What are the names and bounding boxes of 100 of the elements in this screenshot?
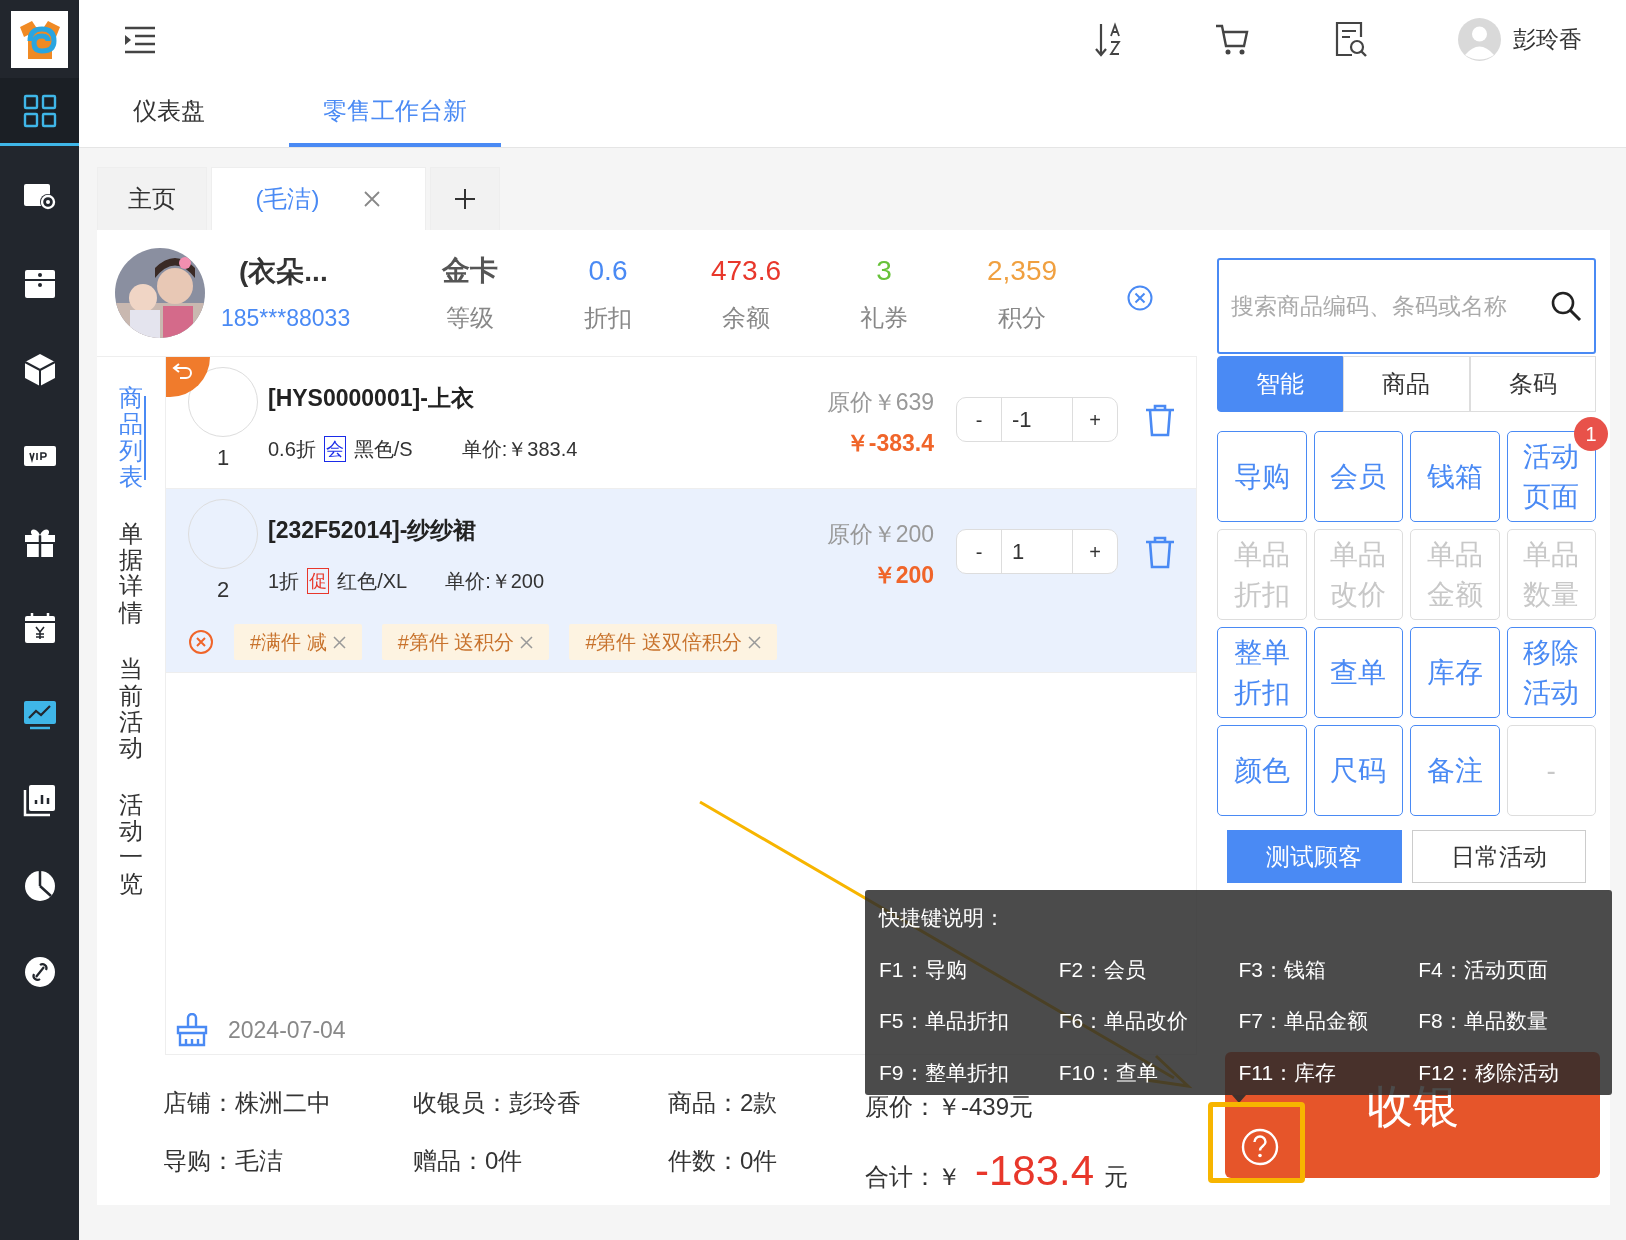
trash-icon[interactable] [1144, 535, 1176, 569]
discount-text: 0.6折 [268, 436, 316, 462]
stat-label: 余额 [722, 303, 770, 333]
plus-icon [454, 188, 476, 210]
menu-icon[interactable] [123, 25, 157, 54]
quantity-field[interactable]: -1 [1001, 398, 1073, 441]
nav-tab[interactable]: 零售工作台新 [289, 79, 501, 147]
customer-type-button[interactable]: 日常活动 [1411, 830, 1586, 883]
notification-badge: 1 [1574, 417, 1608, 451]
side-tab[interactable]: 活动一览 [119, 791, 143, 898]
help-icon[interactable] [1240, 1127, 1280, 1167]
total-amount: -183.4 [975, 1146, 1095, 1196]
shortcut-entry: F11：库存 [1238, 1059, 1338, 1086]
increase-button[interactable]: + [1073, 398, 1117, 441]
summary-field: 导购：毛洁 [163, 1143, 413, 1179]
promotion-tag[interactable]: #满件 减 [234, 624, 362, 660]
search-mode-tab[interactable]: 商品 [1343, 356, 1470, 412]
side-tab[interactable]: 商品列表 [119, 385, 143, 491]
quantity-stepper[interactable]: - 1 + [956, 529, 1118, 574]
total-unit: 元 [1104, 1162, 1129, 1192]
shortcut-entry: F2：会员 [1058, 956, 1148, 983]
document-search-icon[interactable] [1334, 20, 1368, 59]
stat-label: 折扣 [584, 303, 632, 333]
shortcut-entry: F7：单品金额 [1238, 1008, 1369, 1034]
customer-type-button[interactable]: 测试顾客 [1227, 830, 1402, 883]
search-mode-tab[interactable]: 智能 [1217, 356, 1344, 412]
shortcut-entry: F8：单品数量 [1418, 1008, 1549, 1034]
action-button[interactable]: 钱箱 [1410, 431, 1500, 522]
return-arrow-icon [172, 362, 194, 380]
search-mode-tab[interactable]: 条码 [1469, 356, 1596, 412]
document-tab[interactable]: (毛洁) [211, 167, 426, 230]
trash-icon[interactable] [1144, 403, 1176, 437]
stat-value: 金卡 [442, 254, 498, 288]
line-amount: ￥-383.4 [845, 428, 934, 458]
shortcut-entry: F3：钱箱 [1238, 956, 1327, 983]
close-icon[interactable] [363, 190, 382, 208]
total-label: 合计：￥ [865, 1162, 961, 1192]
promotion-tag[interactable]: #第件 送双倍积分 [569, 624, 778, 660]
product-row[interactable]: 1 [HYS0000001]-上衣 0.6折 会 黑色/S 单价:￥383.4 原价￥639 ￥-383.4 - -1 + [166, 357, 1196, 489]
row-number: 1 [216, 444, 230, 472]
promotion-tag[interactable]: #第件 送积分 [381, 624, 550, 660]
close-icon[interactable] [520, 635, 534, 649]
decrease-button[interactable]: - [957, 398, 1001, 441]
quantity-stepper[interactable]: - -1 + [956, 397, 1118, 442]
order-date: 2024-07-04 [228, 1015, 346, 1045]
shortcut-entry: F4：活动页面 [1418, 956, 1549, 983]
user-name[interactable]: 彭玲香 [1513, 22, 1582, 57]
shortcut-entry: F10：查单 [1058, 1059, 1159, 1086]
summary-field: 店铺：株洲二中 [163, 1085, 413, 1121]
report-icon [21, 782, 58, 818]
side-tab[interactable]: 单据详情 [119, 520, 143, 627]
summary-field: 赠品：0件 [413, 1143, 668, 1179]
search-icon[interactable] [1550, 290, 1582, 322]
stat-value: 473.6 [710, 254, 782, 288]
original-price: 原价￥639 [826, 388, 934, 417]
document-tab[interactable]: 主页 [97, 167, 207, 230]
cart-icon[interactable] [1214, 22, 1250, 57]
stat-label: 积分 [998, 303, 1046, 333]
stat-value: 2,359 [986, 254, 1058, 288]
summary-field: 收银员：彭玲香 [413, 1085, 668, 1121]
tag-label: 促 [307, 567, 330, 594]
action-button[interactable]: 颜色 [1217, 725, 1307, 816]
nav-tab[interactable]: 仪表盘 [99, 79, 239, 147]
original-price: 原价￥200 [826, 520, 934, 549]
close-icon[interactable] [332, 635, 346, 649]
quantity-field[interactable]: 1 [1001, 530, 1073, 573]
shortcut-entry: F5：单品折扣 [879, 1008, 1010, 1034]
action-button[interactable]: 备注 [1410, 725, 1500, 816]
close-circle-icon[interactable] [1126, 284, 1154, 312]
product-spec: 红色/XL [337, 568, 409, 594]
stat-value: 0.6 [588, 254, 628, 288]
shortcut-entry: F9：整单折扣 [879, 1059, 1010, 1086]
stat-label: 等级 [446, 303, 494, 333]
row-number: 2 [216, 576, 230, 604]
customer-phone: 185***88033 [221, 303, 352, 333]
shortcut-entry: F12：移除活动 [1418, 1059, 1561, 1086]
search-input[interactable]: 搜索商品编码、条码或名称 [1231, 288, 1550, 324]
action-button[interactable]: 尺码 [1313, 725, 1403, 816]
shortcut-entry: F6：单品改价 [1058, 1008, 1190, 1034]
action-button[interactable]: 导购 [1217, 431, 1307, 522]
close-icon[interactable] [748, 635, 762, 649]
shortcut-entry: F1：导购 [879, 956, 968, 983]
action-button[interactable]: 查单 [1313, 627, 1403, 718]
action-button[interactable]: 库存 [1410, 627, 1500, 718]
original-total: 原价：￥-439元 [865, 1092, 1035, 1122]
side-tab[interactable]: 当前活动 [119, 656, 143, 762]
product-spec: 黑色/S [353, 436, 414, 462]
app-logo[interactable] [11, 11, 68, 68]
action-button[interactable]: 移除活动 [1506, 627, 1596, 718]
product-title: [HYS0000001]-上衣 [268, 384, 475, 413]
product-title: [232F52014]-纱纱裙 [268, 516, 478, 545]
search-field[interactable]: 搜索商品编码、条码或名称 [1217, 258, 1596, 354]
brush-icon[interactable] [174, 1013, 210, 1047]
sidebar-item[interactable] [0, 78, 79, 146]
action-button[interactable]: 会员 [1313, 431, 1403, 522]
decrease-button[interactable]: - [957, 530, 1001, 573]
remove-circle-icon[interactable] [188, 629, 214, 655]
action-button[interactable]: 整单折扣 [1217, 627, 1307, 718]
product-row[interactable]: 2 [232F52014]-纱纱裙 1折 促 红色/XL 单价:￥200 原价￥200 ￥200 - 1 + #满件 减 #第件 送积分 #第件 送双倍积分 [166, 489, 1196, 673]
increase-button[interactable]: + [1073, 530, 1117, 573]
